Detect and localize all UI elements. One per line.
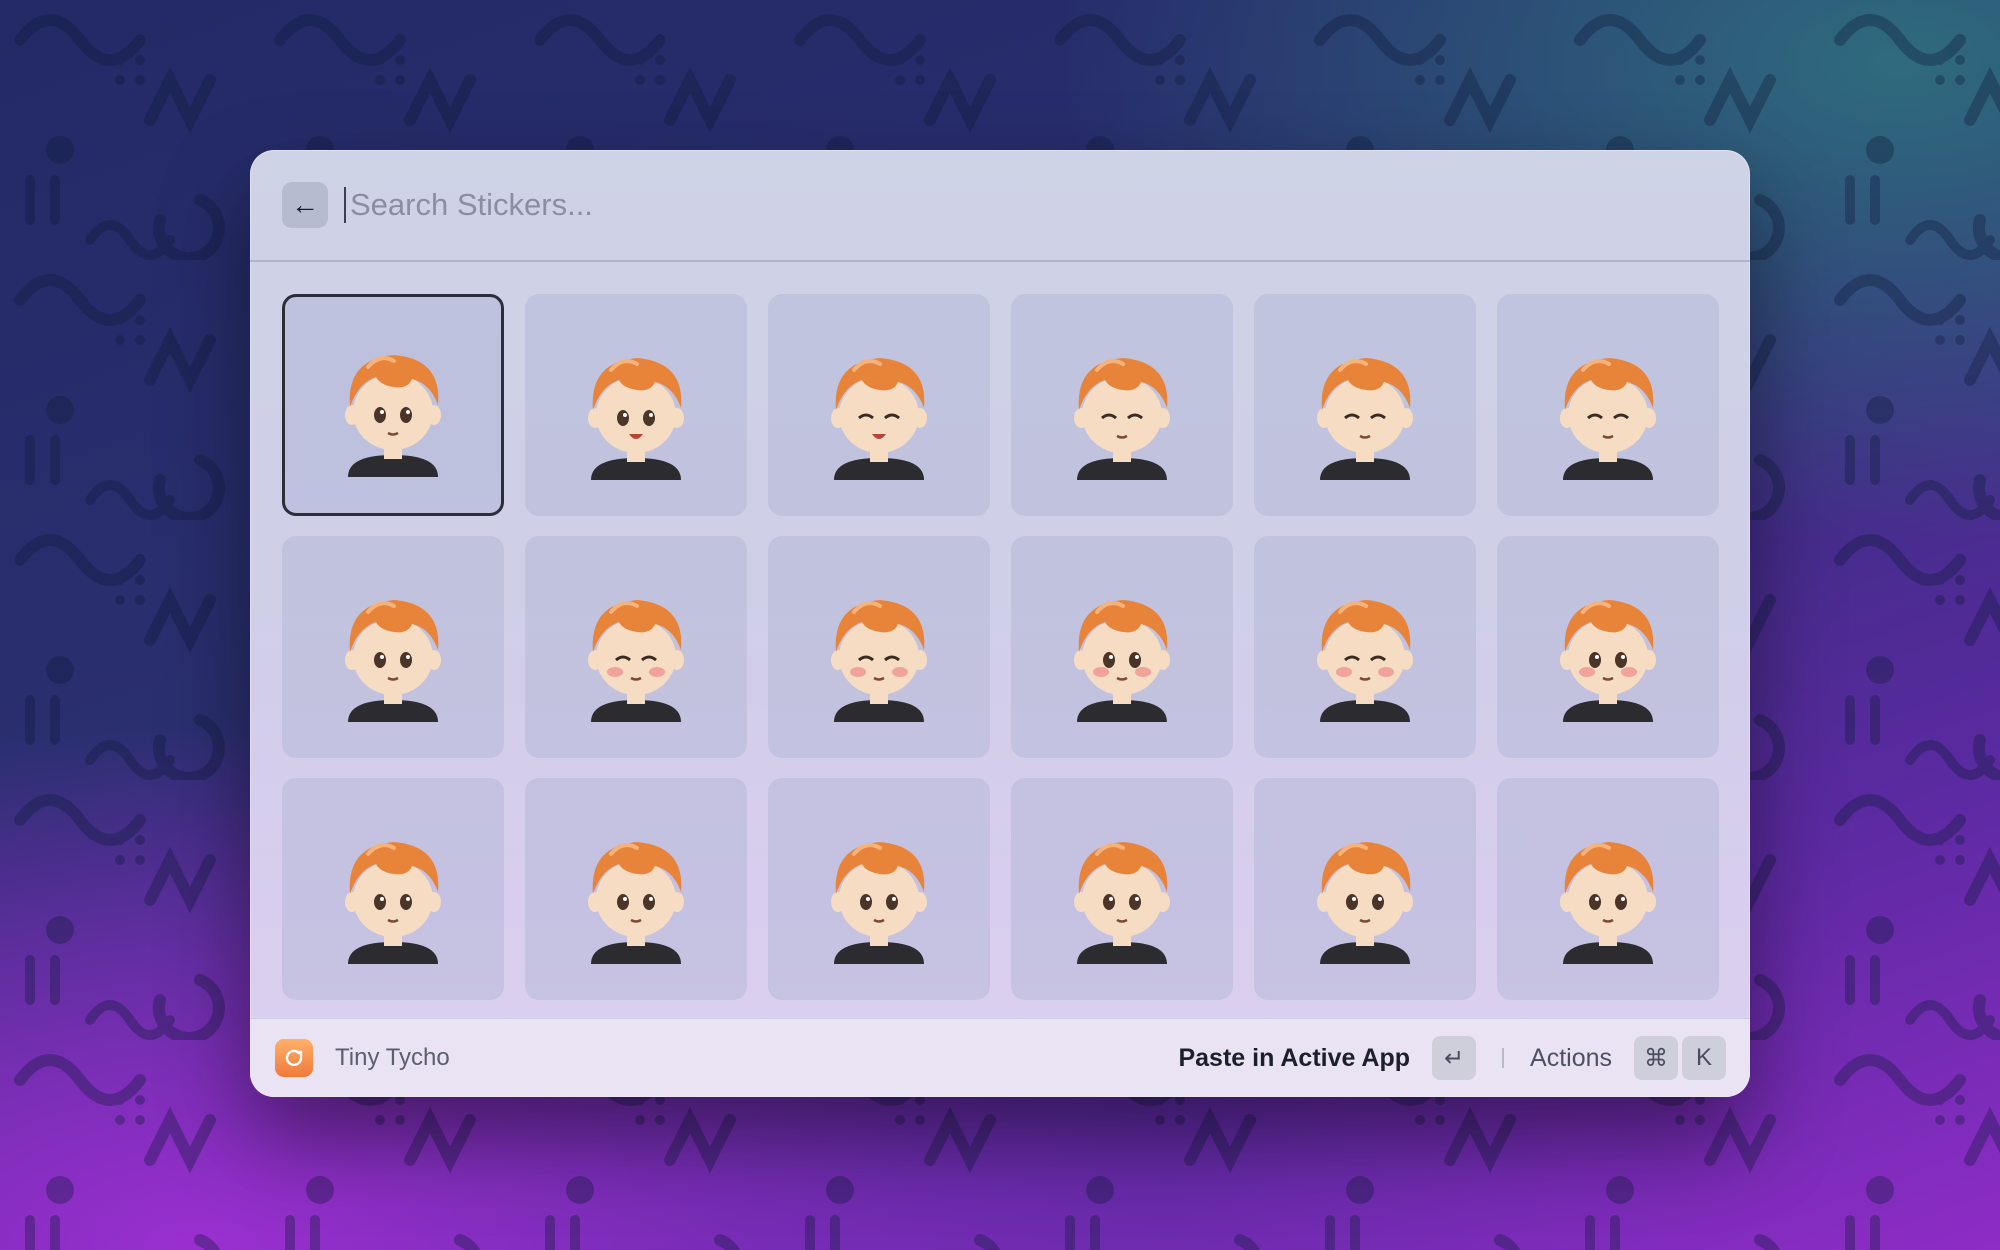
search-bar: ←: [250, 150, 1750, 262]
sticker-grimace[interactable]: [768, 778, 990, 1000]
sticker-excited-sparkle[interactable]: [525, 294, 747, 516]
sticker-laughing[interactable]: [768, 294, 990, 516]
sticker-picker-window: ← Search Stickers... Tiny Tycho Paste in…: [250, 150, 1750, 1097]
sticker-image: [1074, 600, 1170, 722]
sticker-image: [588, 600, 684, 722]
sticker-giggle-hands[interactable]: [525, 536, 747, 758]
sticker-image: [588, 358, 684, 480]
sticker-image: [831, 358, 927, 480]
sticker-image: [1074, 358, 1170, 480]
sticker-wink[interactable]: [1011, 294, 1233, 516]
extension-name: Tiny Tycho: [335, 1044, 450, 1071]
sticker-image: [345, 842, 441, 964]
sticker-thinking-tongue[interactable]: [1497, 294, 1719, 516]
sticker-blush-hands[interactable]: [768, 536, 990, 758]
arrow-left-icon: ←: [291, 189, 319, 220]
actions-button[interactable]: Actions: [1530, 1044, 1612, 1073]
sticker-facepalm-cry[interactable]: [1254, 536, 1476, 758]
sticker-salute[interactable]: [282, 536, 504, 758]
k-key: K: [1682, 1036, 1726, 1080]
sticker-sad[interactable]: [1254, 778, 1476, 1000]
sticker-image: [831, 600, 927, 722]
back-button[interactable]: ←: [282, 182, 328, 228]
paste-action-button[interactable]: Paste in Active App: [1178, 1044, 1410, 1073]
sticker-image: [1560, 842, 1656, 964]
sticker-neutral[interactable]: [282, 294, 504, 516]
sticker-image: [1317, 600, 1413, 722]
sticker-image: [1560, 600, 1656, 722]
sticker-sweat-drop[interactable]: [525, 778, 747, 1000]
sticker-shy-blush[interactable]: [1011, 536, 1233, 758]
sticker-crying-tissue[interactable]: [1497, 778, 1719, 1000]
sticker-tongue-squint[interactable]: [1254, 294, 1476, 516]
extension-icon: [275, 1039, 313, 1077]
enter-key-icon: ↵: [1432, 1036, 1477, 1080]
sticker-image: [345, 600, 441, 722]
sticker-image: [345, 355, 441, 477]
sticker-image: [1560, 358, 1656, 480]
action-bar: Tiny Tycho Paste in Active App ↵ Actions…: [250, 1018, 1750, 1097]
sticker-image: [1317, 842, 1413, 964]
sticker-image: [831, 842, 927, 964]
sticker-image: [1074, 842, 1170, 964]
separator: [1502, 1048, 1505, 1068]
search-input[interactable]: [348, 186, 1252, 224]
sticker-teary[interactable]: [282, 778, 504, 1000]
text-cursor: [344, 187, 346, 223]
command-key-icon: ⌘: [1634, 1036, 1678, 1080]
sticker-grid: [282, 294, 1719, 1000]
sticker-image: [588, 842, 684, 964]
sticker-flower[interactable]: [1497, 536, 1719, 758]
sticker-worried[interactable]: [1011, 778, 1233, 1000]
sticker-image: [1317, 358, 1413, 480]
